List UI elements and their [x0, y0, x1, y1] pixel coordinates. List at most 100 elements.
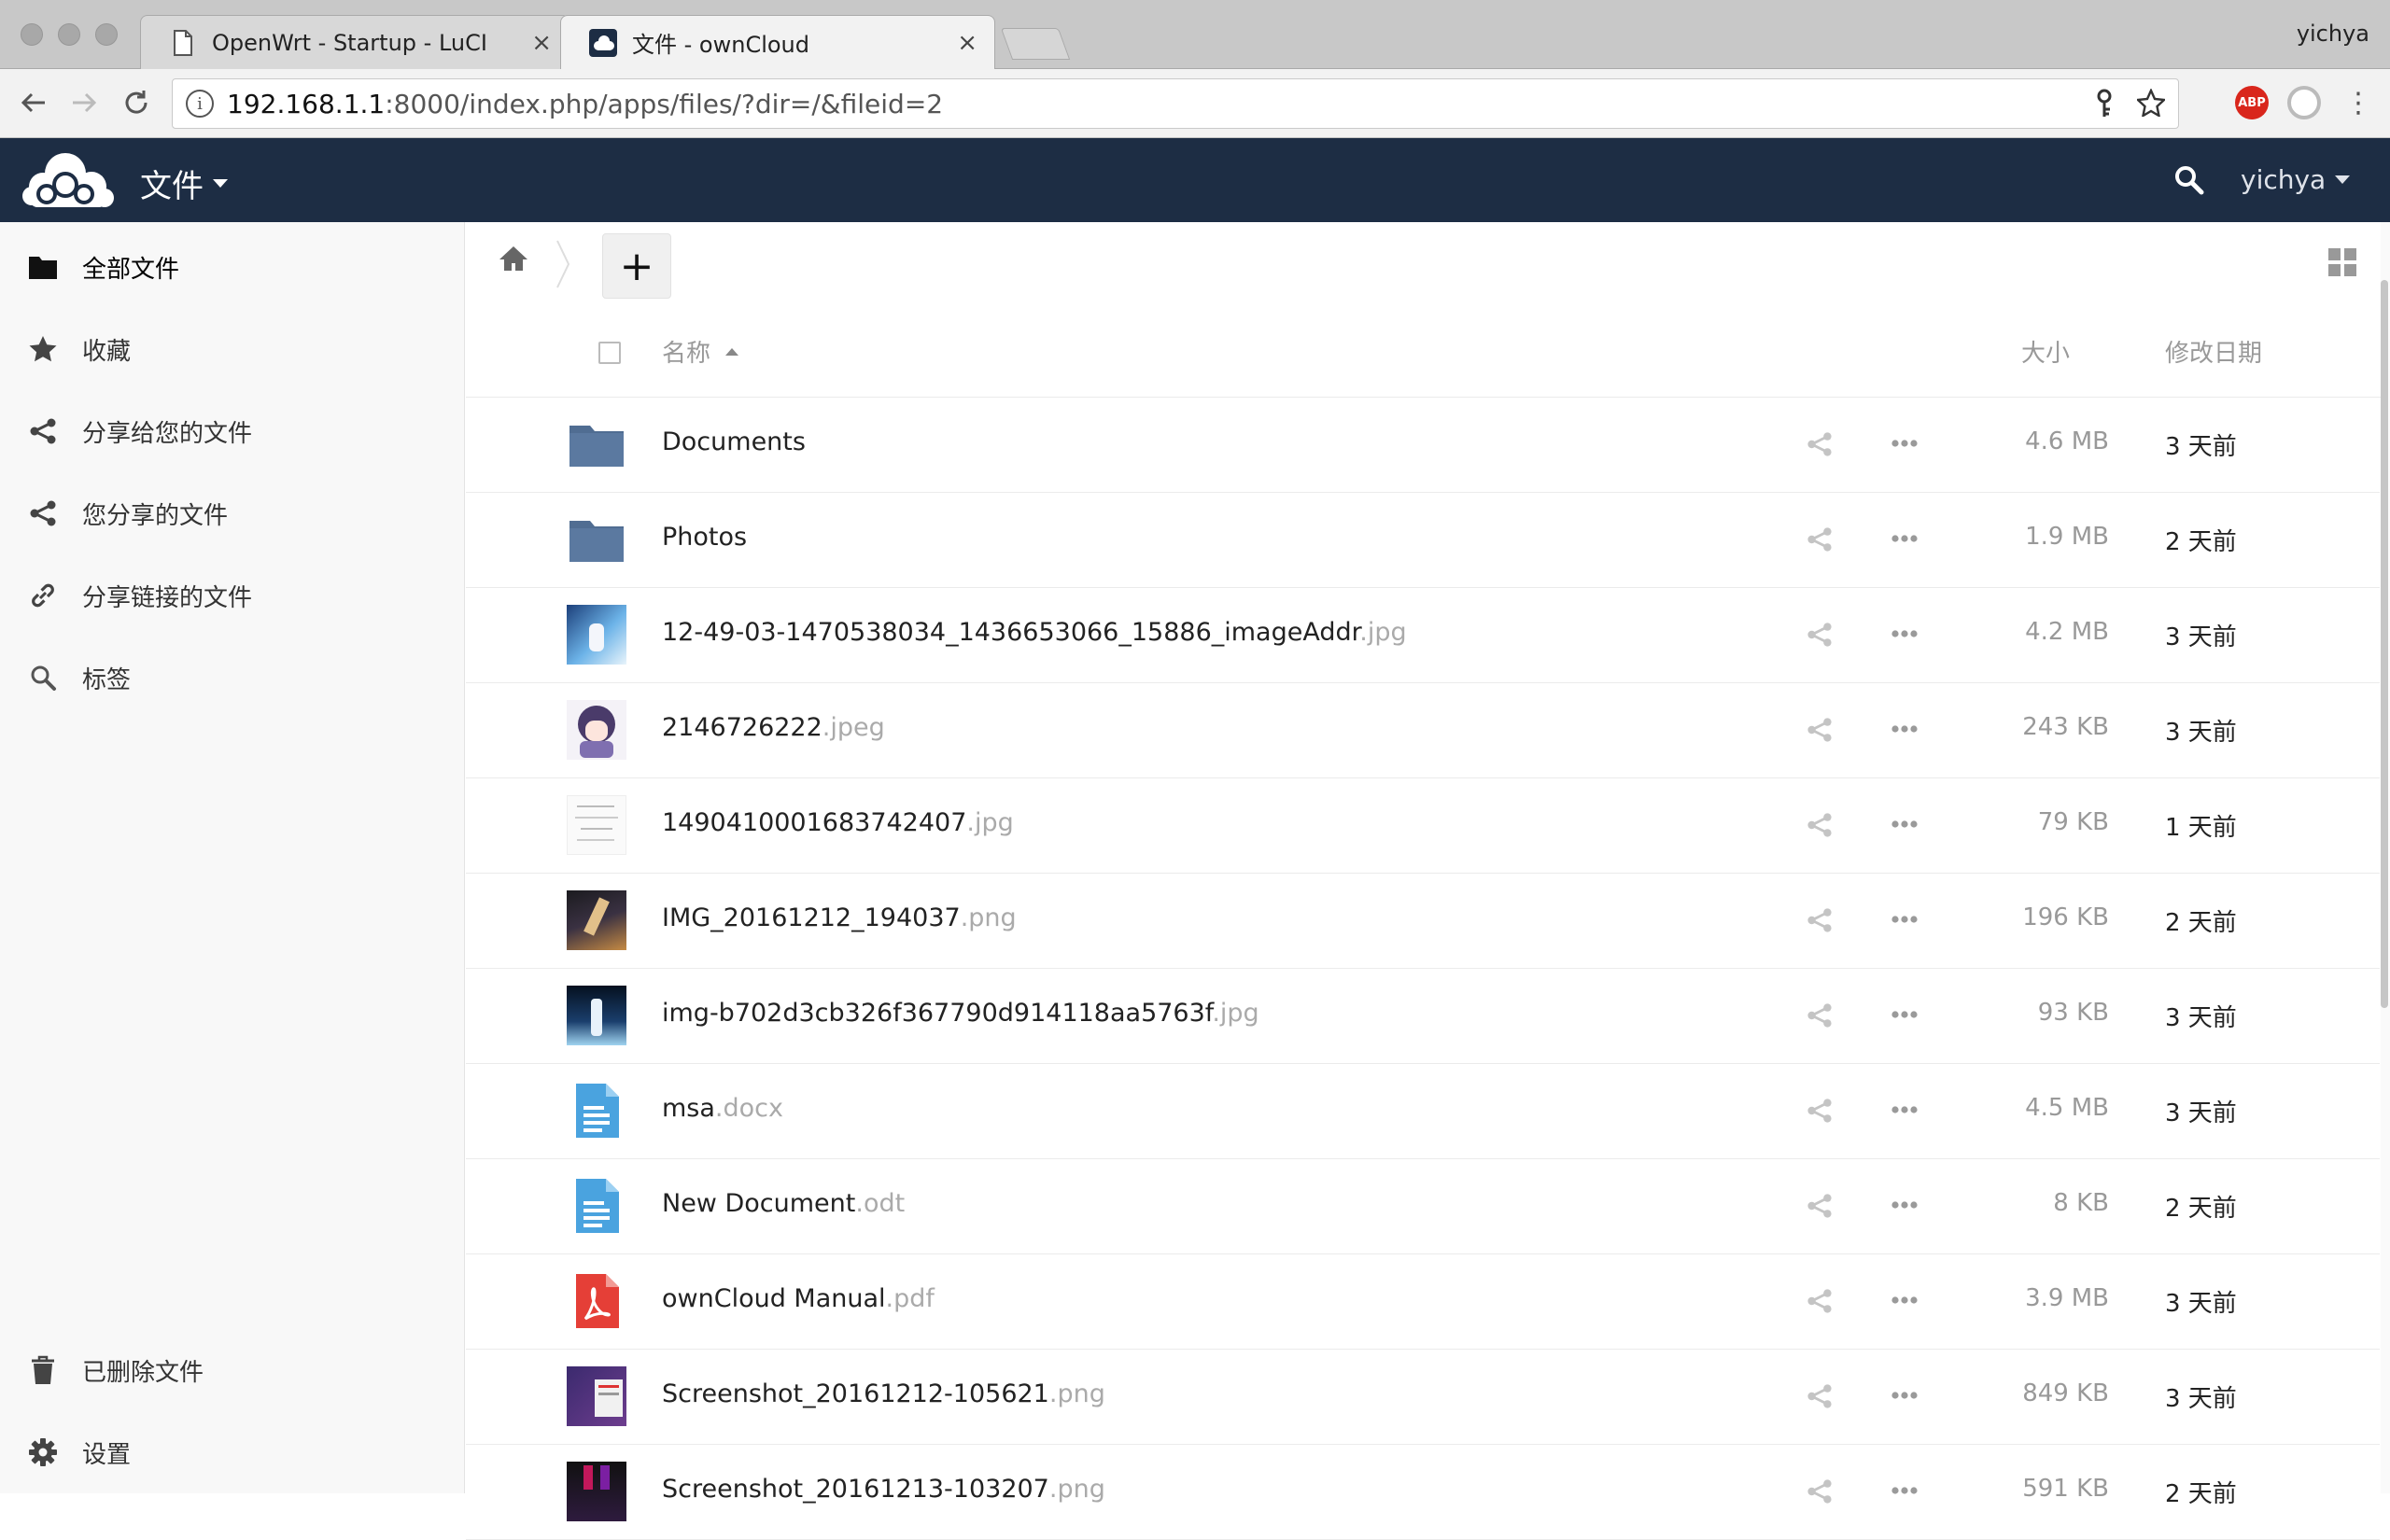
- more-actions-icon[interactable]: [1891, 429, 1919, 461]
- share-icon[interactable]: [1807, 622, 1833, 651]
- file-row[interactable]: 12-49-03-1470538034_1436653066_15886_ima…: [466, 588, 2380, 683]
- share-icon[interactable]: [1807, 1098, 1833, 1127]
- sidebar-item-settings[interactable]: 设置: [0, 1411, 465, 1493]
- file-name[interactable]: Documents: [662, 427, 806, 456]
- share-icon[interactable]: [1807, 1383, 1833, 1413]
- column-header-size[interactable]: 大小: [2021, 334, 2070, 369]
- new-file-button[interactable]: +: [602, 233, 671, 299]
- more-actions-icon[interactable]: [1891, 1477, 1919, 1508]
- adblock-extension-icon[interactable]: ABP: [2235, 86, 2269, 119]
- file-row[interactable]: img-b702d3cb326f367790d914118aa5763f.jpg…: [466, 969, 2380, 1064]
- more-actions-icon[interactable]: [1891, 1096, 1919, 1127]
- file-modified-date: 3 天前: [2165, 719, 2237, 747]
- file-row[interactable]: New Document.odt 8 KB 2 天前: [466, 1159, 2380, 1254]
- image-thumbnail[interactable]: [567, 986, 626, 1045]
- file-name[interactable]: Screenshot_20161213-103207.png: [662, 1475, 1105, 1504]
- site-info-icon[interactable]: i: [186, 90, 214, 118]
- back-arrow-icon[interactable]: [15, 84, 52, 121]
- user-menu-button[interactable]: yichya: [2241, 164, 2351, 195]
- file-row[interactable]: IMG_20161212_194037.png 196 KB 2 天前: [466, 874, 2380, 969]
- image-thumbnail[interactable]: [567, 795, 626, 855]
- image-thumbnail[interactable]: [567, 605, 626, 665]
- file-name[interactable]: Photos: [662, 523, 747, 552]
- close-tab-icon[interactable]: ×: [957, 29, 977, 57]
- reload-icon[interactable]: [118, 84, 155, 121]
- file-row[interactable]: Photos 1.9 MB 2 天前: [466, 493, 2380, 588]
- more-actions-icon[interactable]: [1891, 525, 1919, 556]
- key-icon[interactable]: [2092, 89, 2116, 125]
- file-name[interactable]: msa.docx: [662, 1094, 783, 1123]
- image-thumbnail[interactable]: [567, 1462, 626, 1521]
- image-thumbnail[interactable]: [567, 890, 626, 950]
- column-header-modified[interactable]: 修改日期: [2165, 334, 2262, 369]
- owncloud-logo[interactable]: [19, 151, 116, 213]
- file-name[interactable]: IMG_20161212_194037.png: [662, 903, 1017, 932]
- more-actions-icon[interactable]: [1891, 620, 1919, 651]
- file-name[interactable]: 1490410001683742407.jpg: [662, 808, 1014, 837]
- close-tab-icon[interactable]: ×: [531, 29, 552, 57]
- browser-tab-luci[interactable]: OpenWrt - Startup - LuCI ×: [140, 15, 569, 69]
- sidebar-item-tags[interactable]: 标签: [0, 637, 465, 719]
- grid-view-icon[interactable]: [2328, 248, 2356, 280]
- image-thumbnail[interactable]: [567, 1366, 626, 1426]
- sidebar-item-shared-with-you[interactable]: 分享给您的文件: [0, 390, 465, 472]
- file-name[interactable]: ownCloud Manual.pdf: [662, 1284, 935, 1313]
- forward-arrow-icon[interactable]: [65, 84, 103, 121]
- share-icon[interactable]: [1807, 1193, 1833, 1223]
- more-actions-icon[interactable]: [1891, 810, 1919, 842]
- file-row[interactable]: Screenshot_20161213-103207.png 591 KB 2 天前: [466, 1445, 2380, 1540]
- home-icon[interactable]: [498, 245, 529, 276]
- sidebar-item-shared-by-you[interactable]: 您分享的文件: [0, 472, 465, 554]
- image-thumbnail[interactable]: [567, 700, 626, 760]
- share-icon[interactable]: [1807, 431, 1833, 461]
- file-name[interactable]: New Document.odt: [662, 1189, 905, 1218]
- pdf-icon[interactable]: [567, 1271, 626, 1331]
- more-actions-icon[interactable]: [1891, 1381, 1919, 1413]
- window-minimize-button[interactable]: [58, 23, 80, 46]
- share-icon[interactable]: [1807, 526, 1833, 556]
- more-actions-icon[interactable]: [1891, 1286, 1919, 1318]
- browser-tab-owncloud[interactable]: 文件 - ownCloud ×: [560, 15, 995, 69]
- folder-icon[interactable]: [567, 510, 626, 569]
- file-name[interactable]: 2146726222.jpeg: [662, 713, 885, 742]
- window-zoom-button[interactable]: [95, 23, 118, 46]
- file-name[interactable]: img-b702d3cb326f367790d914118aa5763f.jpg: [662, 999, 1259, 1028]
- sidebar-item-shared-by-link[interactable]: 分享链接的文件: [0, 554, 465, 637]
- new-tab-button[interactable]: [1000, 28, 1071, 60]
- sidebar-item-all-files[interactable]: 全部文件: [0, 226, 465, 308]
- document-icon[interactable]: [567, 1081, 626, 1141]
- document-icon[interactable]: [567, 1176, 626, 1236]
- scrollbar-thumb[interactable]: [2381, 280, 2388, 1008]
- browser-menu-icon[interactable]: ⋮: [2340, 84, 2377, 121]
- file-row[interactable]: msa.docx 4.5 MB 3 天前: [466, 1064, 2380, 1159]
- more-actions-icon[interactable]: [1891, 1191, 1919, 1223]
- browser-profile-name[interactable]: yichya: [2297, 21, 2369, 47]
- share-icon[interactable]: [1807, 1478, 1833, 1508]
- file-row[interactable]: 2146726222.jpeg 243 KB 3 天前: [466, 683, 2380, 778]
- file-row[interactable]: ownCloud Manual.pdf 3.9 MB 3 天前: [466, 1254, 2380, 1350]
- extension-circle-icon[interactable]: [2287, 86, 2321, 119]
- sort-by-name[interactable]: 名称: [662, 334, 739, 369]
- file-row[interactable]: 1490410001683742407.jpg 79 KB 1 天前: [466, 778, 2380, 874]
- share-icon[interactable]: [1807, 1002, 1833, 1032]
- share-icon[interactable]: [1807, 812, 1833, 842]
- share-icon[interactable]: [1807, 907, 1833, 937]
- file-row[interactable]: Documents 4.6 MB 3 天前: [466, 398, 2380, 493]
- more-actions-icon[interactable]: [1891, 715, 1919, 747]
- address-bar[interactable]: i 192.168.1.1:8000/index.php/apps/files/…: [172, 78, 2179, 129]
- share-icon[interactable]: [1807, 717, 1833, 747]
- sidebar-item-favorites[interactable]: 收藏: [0, 308, 465, 390]
- share-icon[interactable]: [1807, 1288, 1833, 1318]
- app-menu-button[interactable]: 文件: [140, 161, 228, 206]
- sidebar-item-deleted-files[interactable]: 已删除文件: [0, 1329, 465, 1411]
- more-actions-icon[interactable]: [1891, 1001, 1919, 1032]
- file-name[interactable]: Screenshot_20161212-105621.png: [662, 1379, 1105, 1408]
- window-close-button[interactable]: [21, 23, 43, 46]
- search-icon[interactable]: [2173, 164, 2205, 200]
- file-row[interactable]: Screenshot_20161212-105621.png 849 KB 3 天前: [466, 1350, 2380, 1445]
- file-name[interactable]: 12-49-03-1470538034_1436653066_15886_ima…: [662, 618, 1407, 647]
- more-actions-icon[interactable]: [1891, 905, 1919, 937]
- folder-icon[interactable]: [567, 414, 626, 474]
- select-all-checkbox[interactable]: [598, 342, 621, 364]
- bookmark-star-icon[interactable]: [2135, 88, 2167, 125]
